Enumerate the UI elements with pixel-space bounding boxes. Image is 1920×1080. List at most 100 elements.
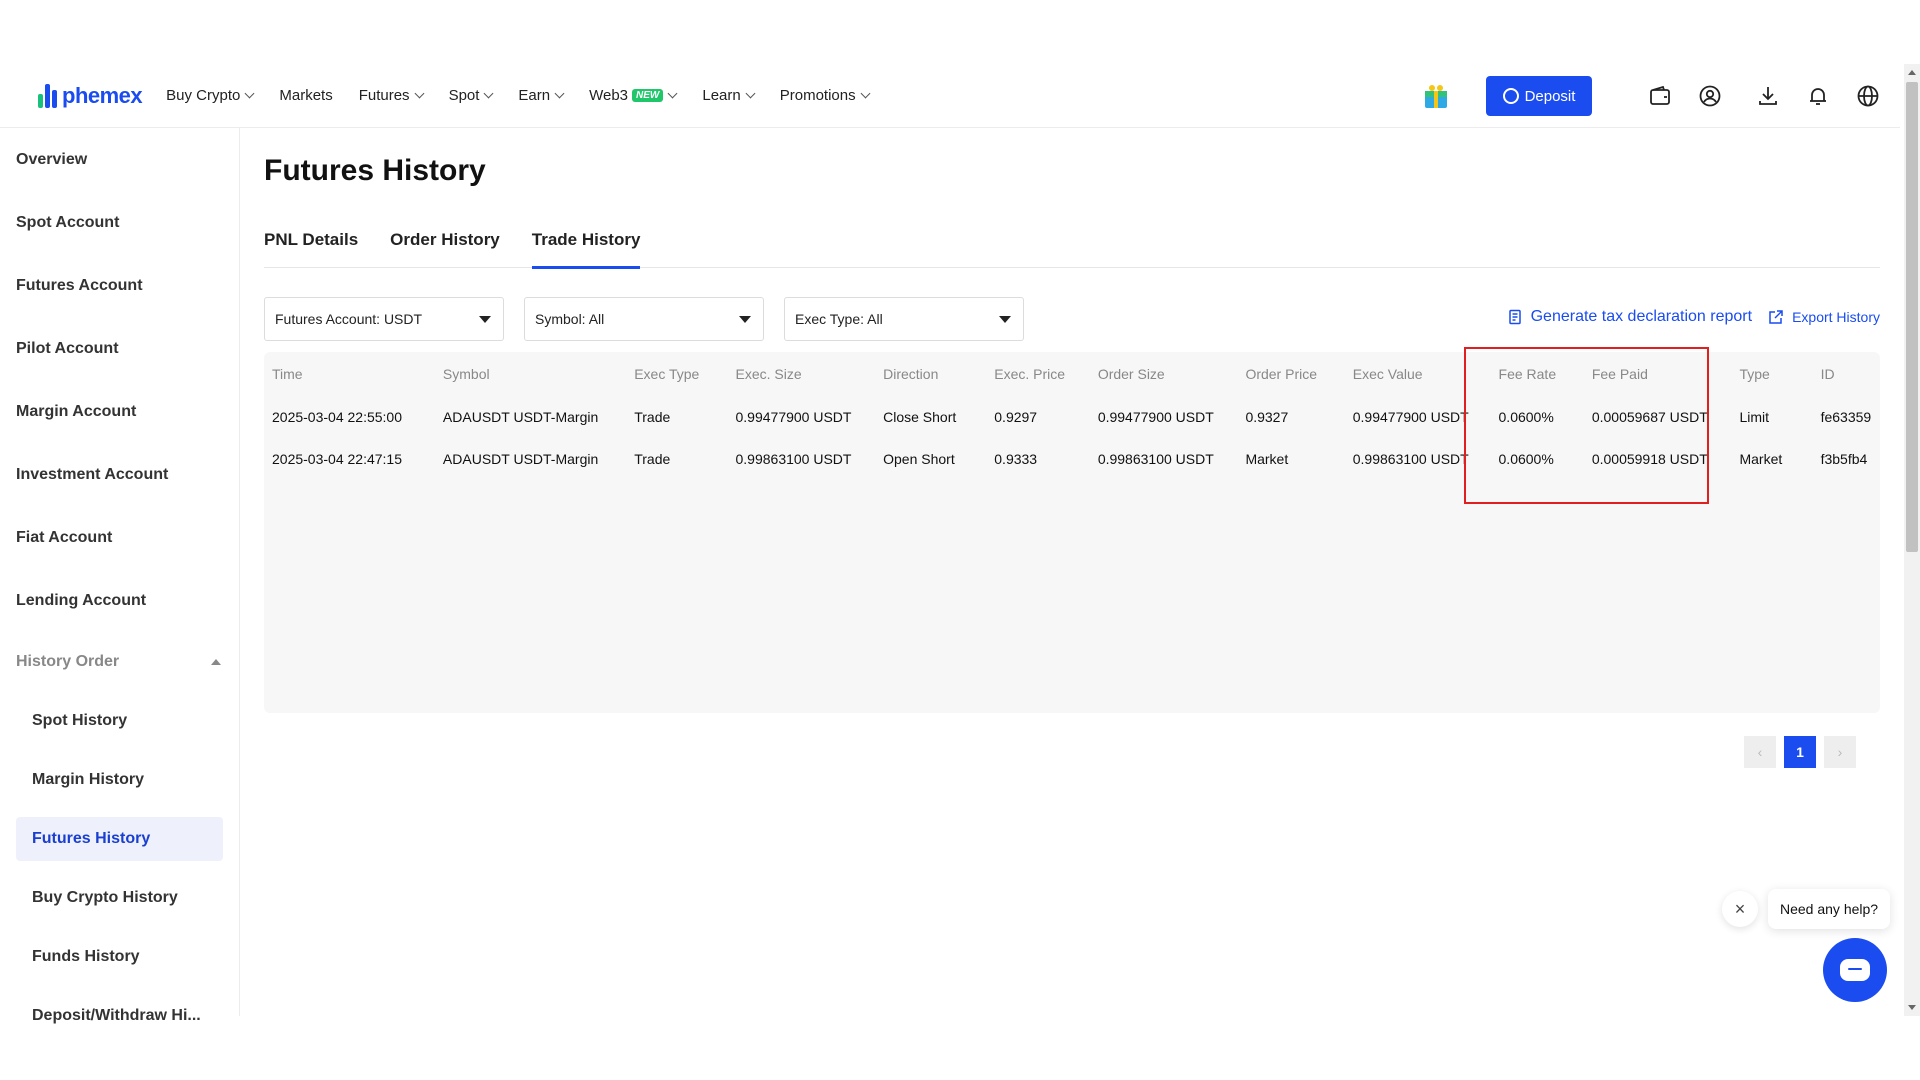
table-cell: Market	[1245, 451, 1289, 467]
export-history-label: Export History	[1792, 309, 1880, 325]
nav-item-label: Buy Crypto	[166, 87, 241, 104]
account-select[interactable]: Futures Account: USDT	[264, 297, 504, 341]
sidebar-item-investment-account[interactable]: Investment Account	[0, 443, 239, 506]
scroll-up-icon[interactable]	[1908, 70, 1916, 75]
account-select-value: Futures Account: USDT	[275, 311, 423, 327]
column-header: Exec. Size	[735, 366, 802, 382]
sidebar-item-futures-account[interactable]: Futures Account	[0, 254, 239, 317]
column-header: ID	[1820, 366, 1835, 382]
table-cell: 0.9297	[994, 409, 1038, 425]
nav-item-spot[interactable]: Spot	[449, 87, 494, 104]
table-cell: Limit	[1739, 409, 1770, 425]
nav-item-earn[interactable]: Earn	[518, 87, 565, 104]
wallet-icon[interactable]	[1648, 84, 1672, 108]
nav-item-label: Web3	[589, 87, 629, 104]
symbol-select-value: Symbol: All	[535, 311, 605, 327]
nav-item-futures[interactable]: Futures	[358, 87, 425, 104]
table-cell: 2025-03-04 22:55:00	[272, 409, 402, 425]
chevron-down-icon	[244, 88, 255, 99]
viewport: phemex Buy Crypto Markets Futures Spot Earn W…	[0, 0, 1920, 1080]
table-cell: Open Short	[883, 451, 955, 467]
new-badge: NEW	[632, 89, 664, 102]
history-order-label: History Order	[16, 652, 120, 670]
nav-item-label: Promotions	[779, 87, 856, 104]
column-header: Exec Type	[634, 366, 700, 382]
page-scrollbar[interactable]	[1904, 64, 1920, 1016]
export-history-link[interactable]: Export History	[1768, 309, 1880, 325]
table-cell: Trade	[634, 409, 671, 425]
chevron-down-icon	[745, 88, 756, 99]
sidebar-subitem-futures-history[interactable]: Futures History	[16, 817, 223, 861]
chat-button[interactable]	[1823, 938, 1887, 1002]
main-nav: Buy Crypto Markets Futures Spot Earn Web3 NEW L…	[166, 87, 894, 104]
chat-icon	[1840, 959, 1870, 981]
table-cell: ADAUSDT USDT-Margin	[442, 451, 599, 467]
header-actions: Deposit	[1422, 76, 1880, 116]
table-cell: ADAUSDT USDT-Margin	[442, 409, 599, 425]
nav-item-label: Futures	[358, 87, 410, 104]
gift-icon[interactable]	[1422, 82, 1450, 110]
fee-columns-highlight	[1464, 347, 1709, 504]
table-cell: Close Short	[883, 409, 957, 425]
sidebar-subitem-margin-history[interactable]: Margin History	[0, 750, 239, 809]
nav-item-buy-crypto[interactable]: Buy Crypto	[166, 87, 255, 104]
document-icon	[1508, 309, 1521, 325]
export-icon	[1769, 310, 1783, 324]
close-help-button[interactable]: ×	[1722, 891, 1758, 927]
user-icon[interactable]	[1698, 84, 1722, 108]
deposit-button[interactable]: Deposit	[1486, 76, 1592, 116]
chevron-down-icon	[554, 88, 565, 99]
next-page-button[interactable]: ›	[1824, 736, 1856, 768]
sidebar-item-fiat-account[interactable]: Fiat Account	[0, 506, 239, 569]
history-order-group[interactable]: History Order	[0, 632, 239, 691]
sidebar-subitem-funds-history[interactable]: Funds History	[0, 927, 239, 986]
deposit-label: Deposit	[1524, 87, 1576, 105]
bell-icon[interactable]	[1806, 84, 1830, 108]
nav-item-web3[interactable]: Web3 NEW	[589, 87, 678, 104]
sidebar-item-overview[interactable]: Overview	[0, 128, 239, 191]
column-header: Time	[272, 366, 303, 382]
column-header: Order Price	[1245, 366, 1318, 382]
phemex-logo[interactable]: phemex	[38, 82, 143, 109]
globe-icon[interactable]	[1856, 84, 1880, 108]
logo-text: phemex	[62, 82, 143, 108]
scroll-thumb[interactable]	[1906, 82, 1918, 552]
tab-pnl-details[interactable]: PNL Details	[264, 212, 358, 268]
nav-item-promotions[interactable]: Promotions	[779, 87, 871, 104]
tax-report-label: Generate tax declaration report	[1530, 308, 1753, 325]
download-icon[interactable]	[1756, 84, 1780, 108]
sidebar-item-lending-account[interactable]: Lending Account	[0, 569, 239, 632]
table-cell: 0.9327	[1245, 409, 1289, 425]
sidebar-item-margin-account[interactable]: Margin Account	[0, 380, 239, 443]
column-header: Symbol	[442, 366, 490, 382]
help-bubble[interactable]: Need any help?	[1768, 889, 1891, 929]
chevron-down-icon	[483, 88, 494, 99]
symbol-select[interactable]: Symbol: All	[524, 297, 764, 341]
sidebar-item-spot-account[interactable]: Spot Account	[0, 191, 239, 254]
sidebar-item-pilot-account[interactable]: Pilot Account	[0, 317, 239, 380]
tab-trade-history[interactable]: Trade History	[531, 212, 640, 269]
sidebar-subitem-spot-history[interactable]: Spot History	[0, 691, 239, 750]
chevron-down-icon	[860, 88, 871, 99]
scroll-down-icon[interactable]	[1908, 1005, 1916, 1010]
table-cell: 0.99477900 USDT	[1097, 409, 1214, 425]
deposit-icon	[1502, 88, 1519, 104]
nav-item-markets[interactable]: Markets	[279, 87, 332, 104]
tab-order-history[interactable]: Order History	[390, 212, 500, 268]
sidebar-subitem-buy-crypto-history[interactable]: Buy Crypto History	[0, 868, 239, 927]
table-cell: 2025-03-04 22:47:15	[272, 451, 402, 467]
caret-down-icon	[739, 315, 751, 323]
table-cell: 0.99863100 USDT	[735, 451, 852, 467]
history-tabs: PNL Details Order History Trade History	[264, 212, 1880, 269]
current-page-button[interactable]: 1	[1784, 736, 1816, 768]
top-navbar: phemex Buy Crypto Markets Futures Spot Earn W…	[0, 64, 1900, 128]
table-cell: 0.9333	[994, 451, 1038, 467]
prev-page-button[interactable]: ‹	[1744, 736, 1776, 768]
nav-item-learn[interactable]: Learn	[702, 87, 756, 104]
column-header: Exec. Price	[994, 366, 1066, 382]
page-title: Futures History	[264, 154, 486, 187]
sidebar-subitem-deposit-withdraw-hi[interactable]: Deposit/Withdraw Hi...	[0, 986, 239, 1045]
chevron-down-icon	[667, 88, 678, 99]
exec-type-select[interactable]: Exec Type: All	[784, 297, 1024, 341]
tax-report-link[interactable]: Generate tax declaration report	[1507, 308, 1752, 326]
